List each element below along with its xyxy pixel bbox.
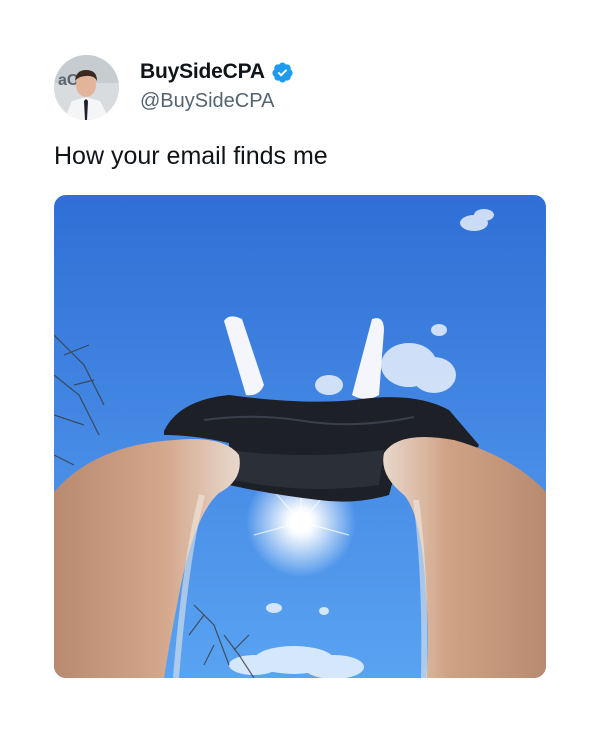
author-display-name[interactable]: BuySideCPA — [140, 60, 265, 84]
tweet-text: How your email finds me — [54, 142, 328, 170]
author-name-row[interactable]: BuySideCPA — [140, 60, 294, 84]
author-handle[interactable]: @BuySideCPA — [140, 90, 274, 113]
avatar[interactable]: aC — [54, 55, 119, 120]
svg-text:aC: aC — [58, 72, 79, 89]
sky-legs-sun-photo-icon — [54, 195, 546, 678]
avatar-photo-icon: aC — [54, 55, 119, 120]
tweet-media-photo[interactable] — [54, 195, 546, 678]
verified-badge-icon — [272, 61, 293, 83]
